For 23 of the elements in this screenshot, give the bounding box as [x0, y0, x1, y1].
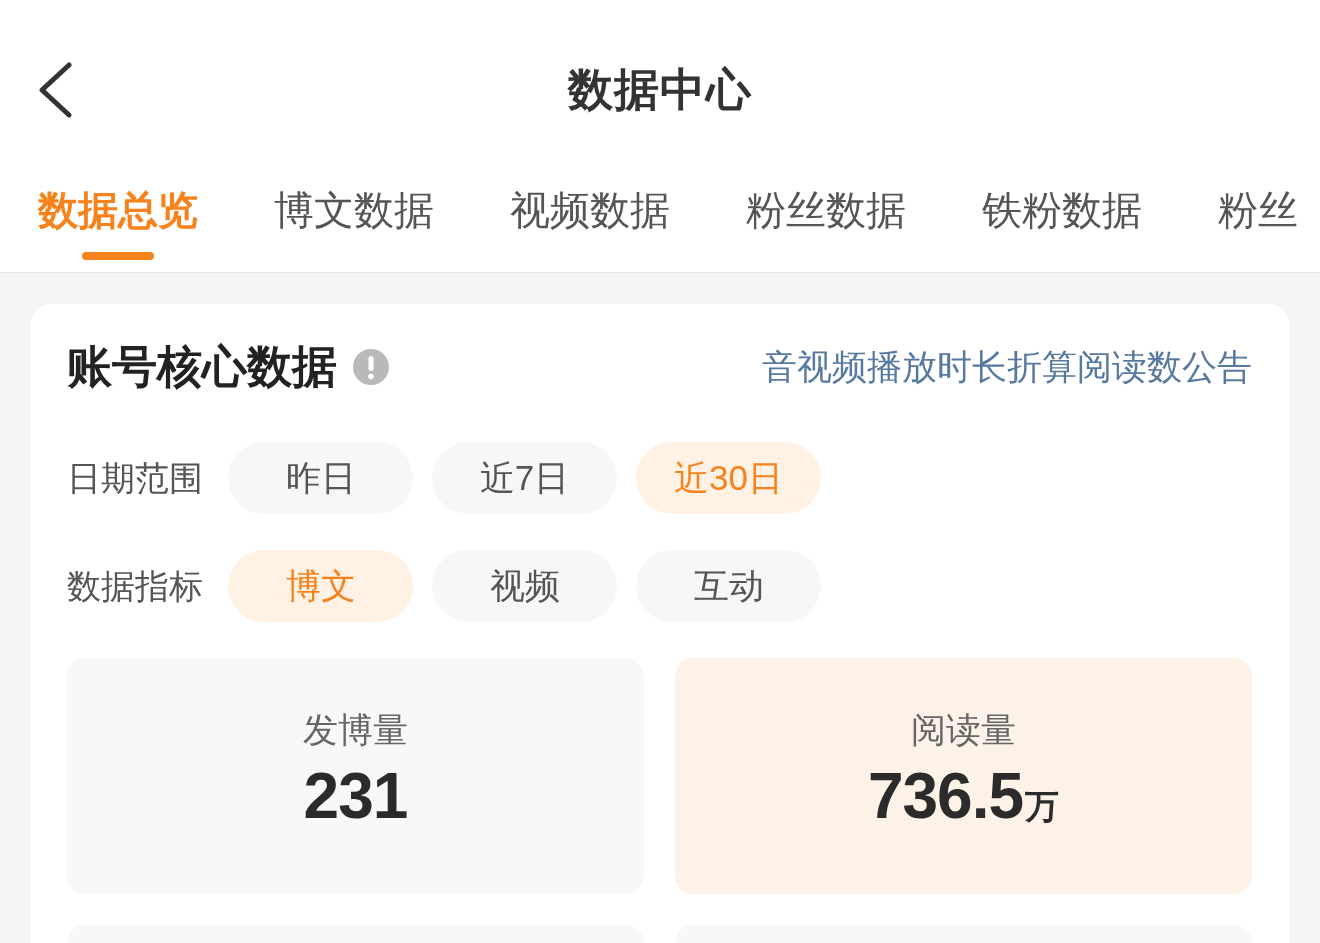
tab-indicator [82, 252, 154, 260]
tab[interactable]: 视频数据 [510, 186, 670, 234]
card-title: 账号核心数据 [67, 340, 337, 394]
stat-unit: 万 [1025, 786, 1060, 826]
filter-pill[interactable]: 视频 [432, 550, 617, 622]
stat-card[interactable]: 发博量 231 [67, 658, 644, 894]
page-title: 数据中心 [568, 63, 752, 117]
filter-label: 日期范围 [67, 458, 204, 499]
notice-link[interactable]: 音视频播放时长折算阅读数公告 [762, 345, 1252, 389]
stat-label: 发博量 [303, 709, 408, 751]
stat-value: 231 [303, 760, 408, 832]
tab[interactable]: 粉丝 [1218, 186, 1298, 234]
filter-pill[interactable]: 互动 [636, 550, 821, 622]
stat-card[interactable]: 阅读量 736.5万 [675, 658, 1252, 894]
tab[interactable]: 粉丝数据 [746, 186, 906, 234]
back-icon[interactable] [38, 62, 72, 118]
filter-pill[interactable]: 昨日 [228, 442, 413, 514]
tab[interactable]: 铁粉数据 [982, 186, 1142, 234]
filter-label: 数据指标 [67, 566, 204, 607]
stat-label: 阅读量 [911, 709, 1016, 751]
tab[interactable]: 博文数据 [274, 186, 434, 234]
stat-value: 736.5 [867, 760, 1024, 832]
filter-pill[interactable]: 近7日 [432, 442, 617, 514]
